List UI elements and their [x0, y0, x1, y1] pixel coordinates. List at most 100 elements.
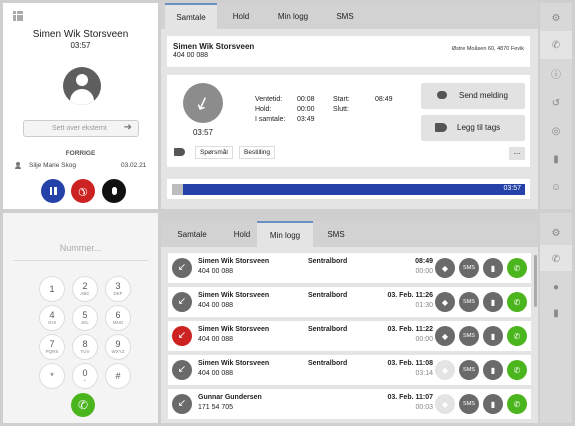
clipboard-icon: ▮ — [490, 263, 496, 273]
sms-button[interactable]: SMS — [459, 326, 479, 346]
contact-phone: 404 00 088 — [173, 52, 209, 59]
caller-phone: 404 00 088 — [198, 336, 234, 343]
clipboard-button[interactable]: ▮ — [483, 258, 503, 278]
incoming-call-icon: ↙ — [183, 83, 223, 123]
call-duration: 00:00 — [415, 268, 433, 275]
call-log-row[interactable]: ↙ Simen Wik Storsveen 404 00 088 Sentralbor… — [168, 355, 531, 385]
caller-phone: 171 54 705 — [198, 404, 234, 411]
call-log-row[interactable]: ↙ Simen Wik Storsveen 404 00 088 Sentralbor… — [168, 287, 531, 317]
phone-icon: ✆ — [513, 331, 521, 341]
phone-icon: ✆ — [513, 263, 521, 273]
hold-button[interactable] — [41, 179, 65, 203]
bottom-screen: Nummer... 1 2 ABC 3 DEF 4 GHI 5 JKL 6 MNO 7 PQRS 8 TUV… — [3, 213, 572, 423]
start-label: Start: — [333, 96, 350, 103]
tag-icon: ◆ — [441, 297, 449, 307]
phone-icon[interactable]: ✆ — [550, 39, 562, 51]
tab-hold[interactable]: Hold — [217, 3, 265, 29]
call-button[interactable]: ✆ — [507, 258, 527, 278]
caller-name: Simen Wik Storsveen — [198, 292, 270, 299]
progress-label: 03:57 — [503, 185, 521, 192]
call-source: Sentralbord — [308, 326, 348, 333]
call-log-row[interactable]: ↙ Gunnar Gundersen 171 54 705 03. Feb. 11:0… — [168, 389, 531, 419]
arrow-right-icon[interactable]: ➜ — [124, 122, 132, 133]
sms-button[interactable]: SMS — [459, 394, 479, 414]
tag-chip[interactable]: Spørsmål — [195, 146, 233, 159]
clipboard-icon: ▮ — [490, 297, 496, 307]
clipboard-button[interactable]: ▮ — [483, 394, 503, 414]
clipboard-button[interactable]: ▮ — [483, 326, 503, 346]
sms-label: SMS — [463, 265, 475, 271]
tag-button[interactable]: ◆ — [435, 258, 455, 278]
sms-label: SMS — [463, 333, 475, 339]
call-button[interactable]: ✆ — [507, 394, 527, 414]
phone-icon: ✆ — [513, 297, 521, 307]
top-main: Simen Wik Storsveen 404 00 088 Østre Moå… — [161, 29, 538, 209]
call-source: Sentralbord — [308, 258, 348, 265]
previous-contact[interactable]: Silje Marie Skog — [29, 162, 76, 169]
bottom-rail: ⚙ ✆ ● ▮ — [540, 213, 572, 423]
info-icon[interactable]: ⓘ — [550, 67, 562, 81]
hold-value: 00:00 — [297, 106, 315, 113]
scrollbar[interactable] — [534, 255, 537, 307]
chat-bubble-icon — [437, 91, 447, 99]
call-button[interactable]: ✆ — [507, 326, 527, 346]
tab-min-logg[interactable]: Min logg — [265, 3, 321, 29]
grid-menu-icon[interactable] — [13, 11, 23, 21]
phone-icon: ✆ — [513, 399, 521, 409]
call-log-row[interactable]: ↙ Simen Wik Storsveen 404 00 088 Sentralbor… — [168, 253, 531, 283]
tag-button[interactable]: ◆ — [435, 326, 455, 346]
tag-icon: ◆ — [441, 365, 449, 375]
phone-icon[interactable]: ✆ — [550, 253, 562, 265]
gear-icon[interactable]: ⚙ — [550, 12, 562, 24]
clipboard-icon: ▮ — [490, 365, 496, 375]
clipboard-icon[interactable]: ▮ — [550, 153, 562, 165]
caller-name: Simen Wik Storsveen — [198, 326, 270, 333]
contact-card: Simen Wik Storsveen 404 00 088 Østre Moå… — [167, 36, 530, 67]
hold-label: Hold: — [255, 106, 272, 113]
mute-button[interactable] — [102, 179, 126, 203]
smiley-icon[interactable]: ☺ — [550, 181, 562, 193]
caller-name: Simen Wik Storsveen — [198, 258, 270, 265]
tag-chip[interactable]: Bestilling — [239, 146, 276, 159]
tab-samtale[interactable]: Samtale — [165, 3, 217, 29]
call-time: 03. Feb. 11:08 — [387, 360, 433, 367]
sms-button[interactable]: SMS — [459, 292, 479, 312]
call-log-row[interactable]: ↙ Simen Wik Storsveen 404 00 088 Sentralbor… — [168, 321, 531, 351]
gear-icon[interactable]: ⚙ — [550, 227, 562, 239]
call-duration: 00:00 — [415, 336, 433, 343]
clipboard-button[interactable]: ▮ — [483, 292, 503, 312]
caller-phone: 404 00 088 — [198, 302, 234, 309]
send-message-button[interactable]: Send melding — [421, 83, 525, 109]
tag-button[interactable]: ◆ — [435, 394, 455, 414]
sms-button[interactable]: SMS — [459, 258, 479, 278]
start-value: 08:49 — [375, 96, 393, 103]
call-button[interactable]: ✆ — [507, 292, 527, 312]
tags-icon — [435, 123, 447, 132]
contact-address: Østre Moåsen 60, 4870 Fevik — [451, 46, 524, 52]
hangup-button[interactable]: ✆ — [71, 179, 95, 203]
tag-button[interactable]: ◆ — [435, 292, 455, 312]
tag-icon: ◆ — [441, 399, 449, 409]
call-button[interactable]: ✆ — [507, 360, 527, 380]
transfer-input[interactable]: Sett over eksternt ➜ — [23, 120, 139, 137]
sms-button[interactable]: SMS — [459, 360, 479, 380]
call-card-duration: 03:57 — [192, 128, 214, 137]
caller-panel: Simen Wik Storsveen 03:57 Sett over ekst… — [3, 3, 158, 209]
waiting-label: Ventetid: — [255, 96, 283, 103]
microphone-icon — [111, 187, 117, 195]
tab-sms[interactable]: SMS — [321, 3, 369, 29]
globe-icon[interactable]: ◎ — [550, 125, 562, 137]
caller-name: Gunnar Gundersen — [198, 394, 262, 401]
tag-button[interactable]: ◆ — [435, 360, 455, 380]
clipboard-button[interactable]: ▮ — [483, 360, 503, 380]
call-duration: 00:03 — [415, 404, 433, 411]
call-direction-icon: ↙ — [172, 394, 192, 414]
history-icon[interactable]: ↺ — [550, 97, 562, 109]
more-button[interactable]: ... — [509, 147, 525, 160]
progress-track: 03:57 — [172, 184, 525, 195]
add-tags-button[interactable]: Legg til tags — [421, 115, 525, 141]
chat-icon[interactable]: ● — [550, 281, 562, 293]
clipboard-icon[interactable]: ▮ — [550, 307, 562, 319]
phone-icon: ✆ — [513, 365, 521, 375]
call-duration: 03:57 — [70, 41, 91, 50]
